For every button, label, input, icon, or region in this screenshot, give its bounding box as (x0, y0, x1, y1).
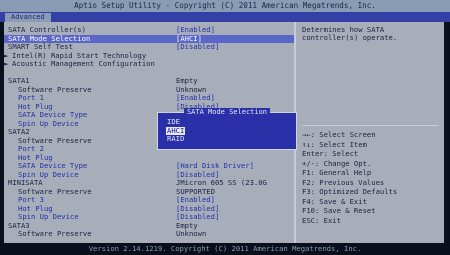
setting-row-software-preserve: Software Preserve Unknown (4, 230, 294, 238)
key-hint: F4: Save & Exit (302, 196, 367, 206)
setting-label: SATA Device Type (18, 110, 88, 119)
setting-value: [Disabled] (176, 42, 220, 51)
key-hint: F3: Optimized Defaults (302, 187, 398, 196)
key-hint: F1: General Help (302, 168, 372, 177)
setting-value: Unknown (176, 229, 207, 238)
setting-label: Port 3 (18, 195, 44, 204)
help-panel: Determines how SATA controller(s) operat… (298, 22, 444, 243)
setting-label: Software Preserve (18, 229, 92, 238)
setting-row-port3[interactable]: Port 3 [Enabled] (4, 196, 294, 204)
footer-version: Version 2.14.1219. Copyright (C) 2011 Am… (88, 244, 362, 253)
setting-label: MINISATA (8, 178, 43, 187)
sata-mode-popup: SATA Mode Selection IDE AHCI RAID (157, 108, 297, 150)
setting-label: SATA Device Type (18, 161, 88, 170)
setting-value: [Enabled] (176, 25, 215, 34)
setting-label: SATA Controller(s) (8, 25, 86, 34)
setting-label: SMART Self Test (8, 42, 73, 51)
setting-row-sata-controllers[interactable]: SATA Controller(s) [Enabled] (4, 26, 294, 34)
window-title: Aptio Setup Utility - Copyright (C) 2011… (0, 0, 450, 12)
key-hint: ↑↓: Select Item (302, 139, 367, 149)
help-text: Determines how SATA controller(s) operat… (302, 25, 398, 42)
setting-value: [Enabled] (176, 195, 215, 204)
setting-row-spin-up-device[interactable]: Spin Up Device [Disabled] (4, 213, 294, 221)
setting-label: SATA2 (8, 127, 30, 136)
setting-row-port1[interactable]: Port 1 [Enabled] (4, 94, 294, 102)
key-legend: →←: Select Screen ↑↓: Select Item Enter:… (302, 130, 442, 225)
setting-row-sata-device-type[interactable]: SATA Device Type [Hard Disk Driver] (4, 162, 294, 170)
key-hint: +/-: Change Opt. (302, 158, 372, 168)
tab-bar: Advanced (0, 12, 450, 22)
setting-value: [Hard Disk Driver] (176, 161, 254, 170)
popup-title-text: SATA Mode Selection (183, 108, 271, 116)
option-raid[interactable]: RAID (166, 135, 185, 143)
setting-row-smart-self-test[interactable]: SMART Self Test [Disabled] (4, 43, 294, 51)
submenu-acoustic-management[interactable]: ► Acoustic Management Configuration (4, 60, 294, 68)
popup-title: SATA Mode Selection (158, 108, 296, 117)
key-hint: F2: Previous Values (302, 177, 385, 187)
key-hint: Enter: Select (302, 149, 359, 158)
setting-value: [Disabled] (176, 212, 220, 221)
setting-label: Acoustic Management Configuration (12, 59, 155, 68)
key-hint: F10: Save & Reset (302, 206, 376, 215)
setting-label: SATA1 (8, 76, 30, 85)
setting-label: Spin Up Device (18, 212, 79, 221)
setting-row-sata1: SATA1 Empty (4, 77, 294, 85)
setting-label: Port 2 (18, 144, 44, 153)
option-ide[interactable]: IDE (166, 118, 181, 126)
key-hint: →←: Select Screen (302, 130, 376, 139)
setting-row-minisata: MINISATA JMicron 605 SS (23.0G (4, 179, 294, 187)
help-divider (302, 125, 438, 126)
setting-row-software-preserve: Software Preserve SUPPORTED (4, 187, 294, 196)
key-hint: ESC: Exit (302, 215, 341, 225)
setting-value: [Enabled] (176, 93, 215, 102)
setting-label: Port 1 (18, 93, 44, 102)
tab-advanced[interactable]: Advanced (5, 13, 51, 22)
setting-value: Empty (176, 76, 198, 85)
setting-row-software-preserve: Software Preserve Unknown (4, 85, 294, 94)
setting-value: JMicron 605 SS (23.0G (176, 178, 267, 187)
submenu-arrow-icon: ► (4, 59, 9, 68)
